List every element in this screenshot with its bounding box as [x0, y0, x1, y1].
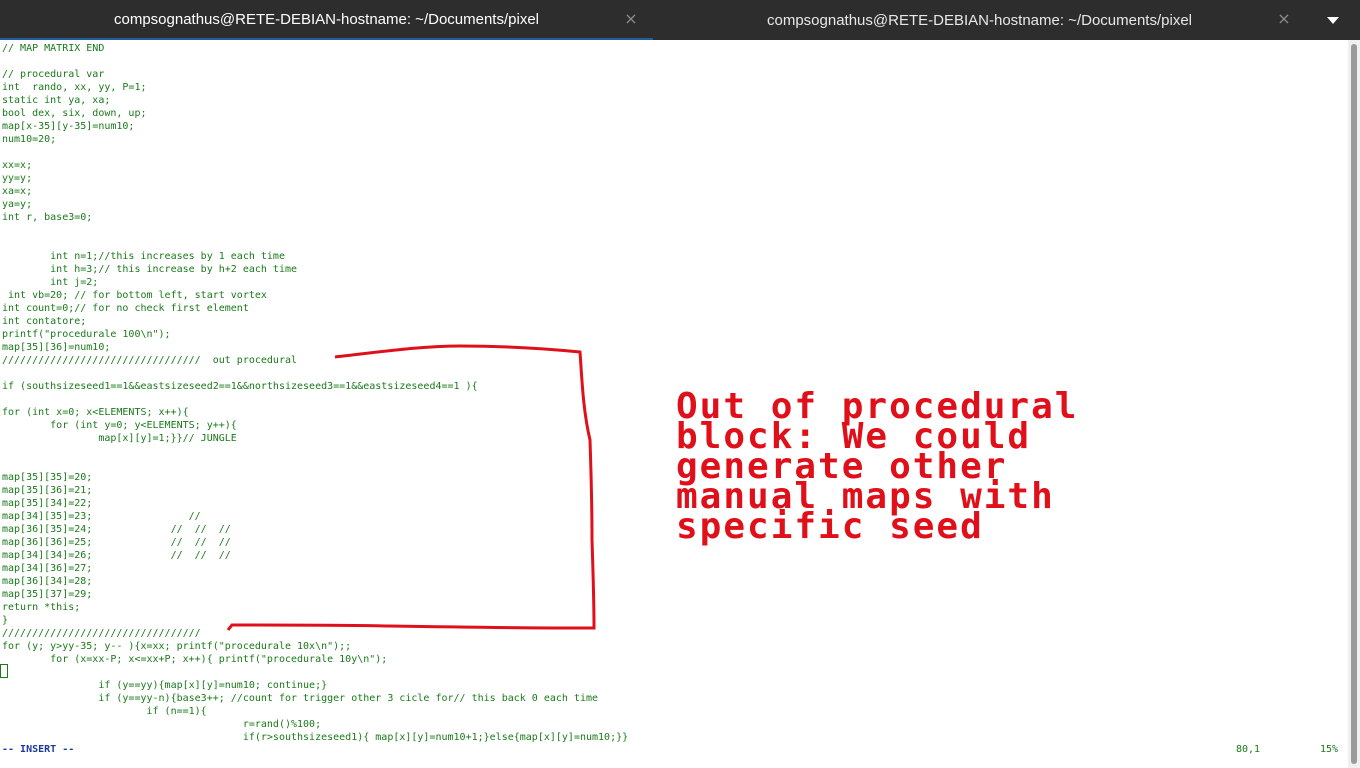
tab-title: compsognathus@RETE-DEBIAN-hostname: ~/Do…: [114, 10, 539, 28]
scrollbar[interactable]: [1348, 40, 1360, 768]
note-line: specific seed: [676, 506, 984, 547]
tab-terminal-2[interactable]: compsognathus@RETE-DEBIAN-hostname: ~/Do…: [653, 0, 1306, 40]
close-icon[interactable]: ×: [1276, 11, 1292, 27]
tab-bar: compsognathus@RETE-DEBIAN-hostname: ~/Do…: [0, 0, 1360, 40]
tab-terminal-1[interactable]: compsognathus@RETE-DEBIAN-hostname: ~/Do…: [0, 0, 653, 40]
tab-title: compsognathus@RETE-DEBIAN-hostname: ~/Do…: [767, 11, 1192, 29]
close-icon[interactable]: ×: [623, 11, 639, 27]
terminal-editor[interactable]: // MAP MATRIX END// procedural var int ra…: [0, 40, 1348, 768]
scrollbar-thumb[interactable]: [1351, 44, 1357, 764]
tab-menu-button[interactable]: [1306, 0, 1360, 40]
chevron-down-icon: [1327, 16, 1339, 24]
annotation-box: [226, 344, 596, 631]
annotation-note: Out of procedural block: We could genera…: [676, 389, 1236, 547]
